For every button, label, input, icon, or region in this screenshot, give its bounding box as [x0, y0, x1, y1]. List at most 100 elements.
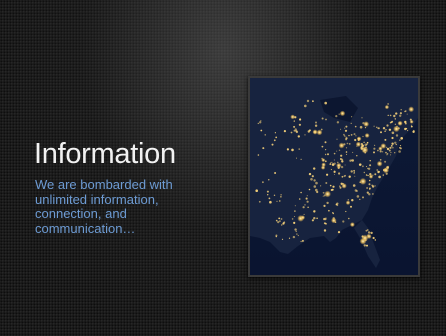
- city-light: [279, 220, 281, 223]
- city-light: [279, 200, 281, 202]
- city-light: [331, 161, 333, 163]
- city-light: [391, 136, 394, 140]
- city-light: [399, 112, 402, 115]
- city-light: [352, 151, 354, 153]
- city-light: [304, 104, 307, 108]
- city-light: [316, 217, 318, 220]
- city-light: [398, 150, 401, 153]
- city-light: [373, 151, 375, 154]
- city-light: [341, 144, 343, 146]
- city-light: [389, 121, 392, 124]
- city-light: [316, 129, 323, 136]
- city-light: [353, 172, 355, 174]
- city-light: [374, 173, 377, 176]
- city-light: [294, 116, 297, 119]
- city-light: [376, 169, 378, 171]
- city-light: [275, 235, 277, 238]
- city-light: [399, 114, 402, 117]
- city-light: [364, 151, 366, 154]
- city-light: [368, 179, 371, 182]
- city-light: [315, 121, 317, 124]
- city-light: [297, 135, 300, 138]
- city-light: [406, 113, 408, 115]
- city-light: [368, 183, 371, 186]
- city-light: [305, 197, 308, 200]
- city-light: [336, 138, 338, 140]
- city-light: [321, 145, 324, 148]
- city-light: [300, 158, 302, 160]
- city-light: [366, 141, 369, 144]
- city-light: [345, 147, 348, 149]
- city-light: [330, 168, 332, 171]
- city-light: [387, 165, 389, 168]
- city-light: [369, 164, 372, 167]
- city-light: [400, 137, 403, 140]
- city-light: [348, 134, 350, 137]
- city-light: [321, 157, 323, 160]
- city-light: [390, 154, 392, 156]
- city-light: [367, 231, 371, 234]
- city-light: [327, 153, 329, 156]
- city-light: [356, 195, 360, 198]
- city-light: [275, 219, 278, 222]
- city-light: [310, 178, 313, 181]
- city-light: [313, 185, 317, 188]
- city-light: [257, 154, 260, 156]
- city-light: [359, 198, 361, 201]
- city-light: [322, 195, 324, 197]
- city-light: [380, 131, 382, 134]
- city-light: [363, 244, 366, 247]
- city-light: [346, 153, 348, 155]
- city-light: [257, 122, 259, 125]
- city-light: [373, 147, 376, 150]
- city-light: [362, 196, 364, 199]
- city-light: [313, 217, 316, 220]
- city-light: [399, 147, 402, 150]
- city-light: [371, 185, 375, 188]
- city-light: [376, 126, 378, 128]
- city-light: [306, 99, 310, 103]
- city-light: [355, 141, 362, 147]
- city-light: [337, 204, 339, 207]
- city-light: [344, 164, 346, 166]
- city-light: [336, 162, 342, 169]
- city-light: [363, 150, 365, 152]
- city-light: [363, 171, 365, 174]
- city-light: [367, 174, 369, 177]
- city-light: [324, 153, 327, 156]
- city-light: [301, 239, 304, 242]
- city-light: [343, 135, 346, 137]
- city-light: [338, 172, 341, 175]
- city-light: [366, 187, 368, 189]
- city-light: [390, 151, 392, 154]
- city-light: [367, 229, 369, 231]
- city-light: [340, 154, 343, 157]
- city-light: [348, 175, 351, 178]
- city-light: [255, 189, 258, 192]
- city-light: [367, 167, 369, 170]
- city-light: [293, 120, 295, 122]
- city-light: [390, 145, 393, 147]
- city-light: [356, 136, 362, 142]
- city-light: [345, 151, 348, 153]
- city-light: [372, 193, 374, 195]
- city-light: [278, 217, 281, 220]
- city-light: [267, 194, 269, 196]
- city-light: [361, 234, 369, 242]
- city-light: [280, 218, 283, 220]
- city-light: [341, 183, 347, 189]
- city-light: [350, 205, 352, 208]
- city-light: [331, 217, 337, 224]
- city-light: [363, 141, 365, 143]
- city-light: [353, 169, 355, 172]
- city-light: [316, 190, 319, 194]
- city-light: [323, 204, 326, 207]
- city-light: [306, 195, 308, 197]
- city-light: [339, 185, 341, 187]
- city-light: [394, 141, 397, 144]
- city-light: [368, 187, 371, 190]
- city-light: [365, 174, 368, 176]
- city-light: [297, 234, 299, 237]
- city-light: [382, 127, 386, 130]
- city-light: [391, 131, 395, 135]
